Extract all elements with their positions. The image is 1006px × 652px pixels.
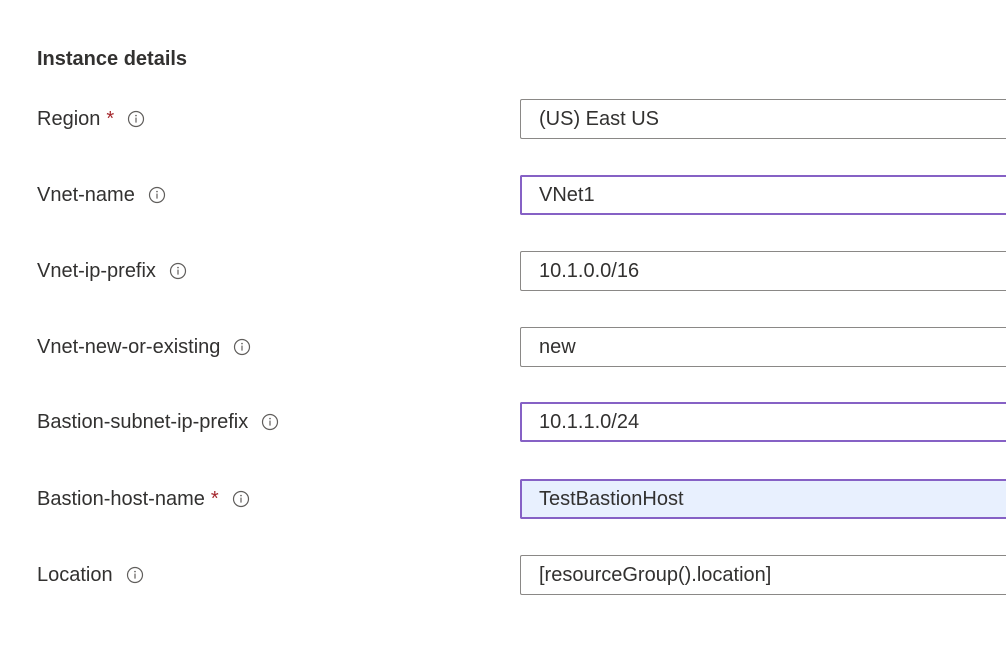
region-input[interactable] — [520, 99, 1006, 139]
form-row-vnet-ip-prefix: Vnet-ip-prefix — [0, 249, 1006, 293]
instance-details-form: Instance details Region * Vnet-name Vnet… — [0, 0, 1006, 652]
vnet-ip-prefix-input[interactable] — [520, 251, 1006, 291]
location-input[interactable] — [520, 555, 1006, 595]
form-row-bastion-host-name: Bastion-host-name * — [0, 477, 1006, 521]
field-label-bastion-host-name: Bastion-host-name * — [37, 477, 251, 521]
field-label-region: Region * — [37, 97, 146, 141]
vnet-new-or-existing-input[interactable] — [520, 327, 1006, 367]
info-icon[interactable] — [147, 185, 167, 205]
field-label-vnet-name: Vnet-name — [37, 173, 167, 217]
form-row-vnet-name: Vnet-name — [0, 173, 1006, 217]
label-text: Bastion-subnet-ip-prefix — [37, 410, 249, 433]
info-icon[interactable] — [231, 489, 251, 509]
vnet-name-input[interactable] — [520, 175, 1006, 215]
form-row-region: Region * — [0, 97, 1006, 141]
field-label-bastion-subnet-ip-prefix: Bastion-subnet-ip-prefix — [37, 400, 280, 444]
info-icon[interactable] — [168, 261, 188, 281]
label-text: Vnet-ip-prefix — [37, 259, 156, 282]
bastion-subnet-ip-prefix-input[interactable] — [520, 402, 1006, 442]
label-text: Bastion-host-name — [37, 487, 205, 510]
field-label-vnet-ip-prefix: Vnet-ip-prefix — [37, 249, 188, 293]
form-row-vnet-new-or-existing: Vnet-new-or-existing — [0, 325, 1006, 369]
label-text: Location — [37, 563, 113, 586]
section-title: Instance details — [37, 48, 188, 70]
label-text: Vnet-new-or-existing — [37, 335, 221, 358]
bastion-host-name-input[interactable] — [520, 479, 1006, 519]
info-icon[interactable] — [260, 412, 280, 432]
info-icon[interactable] — [232, 337, 252, 357]
form-row-bastion-subnet-ip-prefix: Bastion-subnet-ip-prefix — [0, 400, 1006, 444]
info-icon[interactable] — [126, 109, 146, 129]
info-icon[interactable] — [125, 565, 145, 585]
required-marker: * — [106, 107, 115, 130]
label-text: Region — [37, 107, 101, 130]
field-label-vnet-new-or-existing: Vnet-new-or-existing — [37, 325, 252, 369]
required-marker: * — [210, 487, 219, 510]
form-row-location: Location — [0, 553, 1006, 597]
field-label-location: Location — [37, 553, 145, 597]
label-text: Vnet-name — [37, 183, 135, 206]
